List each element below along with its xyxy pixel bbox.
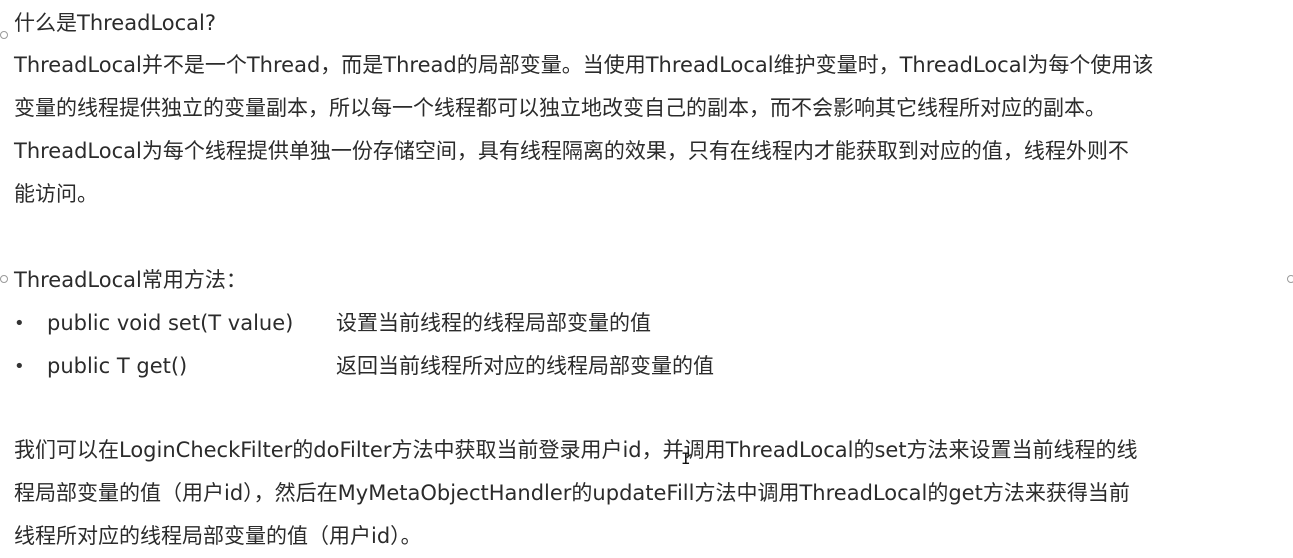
bullet-icon: • (14, 356, 25, 377)
question-title: 什么是ThreadLocal? (14, 11, 217, 35)
document-body: 什么是ThreadLocal? ThreadLocal并不是一个Thread，而… (14, 0, 1279, 558)
intro-line-1: ThreadLocal并不是一个Thread，而是Thread的局部变量。当使用… (14, 53, 1154, 77)
usage-line-2: 程局部变量的值（用户id），然后在MyMetaObjectHandler的upd… (14, 481, 1130, 505)
intro-line-3: ThreadLocal为每个线程提供单独一份存储空间，具有线程隔离的效果，只有在… (14, 139, 1129, 163)
resize-handle-right-middle[interactable] (1287, 275, 1293, 283)
methods-heading: ThreadLocal常用方法： (14, 268, 247, 292)
method-item-set: • public void set(T value) 设置当前线程的线程局部变量… (14, 302, 1279, 345)
text-cursor-icon: I (681, 449, 691, 468)
method-signature-set: public void set(T value) (47, 311, 294, 335)
usage-line-1: 我们可以在LoginCheckFilter的doFilter方法中获取当前登录用… (14, 438, 1138, 462)
method-description-get: 返回当前线程所对应的线程局部变量的值 (336, 354, 714, 378)
method-signature-get: public T get() (47, 354, 188, 378)
intro-line-4: 能访问。 (14, 182, 98, 206)
intro-line-2: 变量的线程提供独立的变量副本，所以每一个线程都可以独立地改变自己的副本，而不会影… (14, 96, 1106, 120)
bullet-icon: • (14, 313, 25, 334)
method-item-get: • public T get() 返回当前线程所对应的线程局部变量的值 (14, 345, 1279, 388)
method-description-set: 设置当前线程的线程局部变量的值 (336, 311, 651, 335)
resize-handle-left-top[interactable] (0, 31, 8, 39)
usage-line-3: 线程所对应的线程局部变量的值（用户id）。 (14, 524, 422, 548)
resize-handle-left-middle[interactable] (0, 275, 8, 283)
